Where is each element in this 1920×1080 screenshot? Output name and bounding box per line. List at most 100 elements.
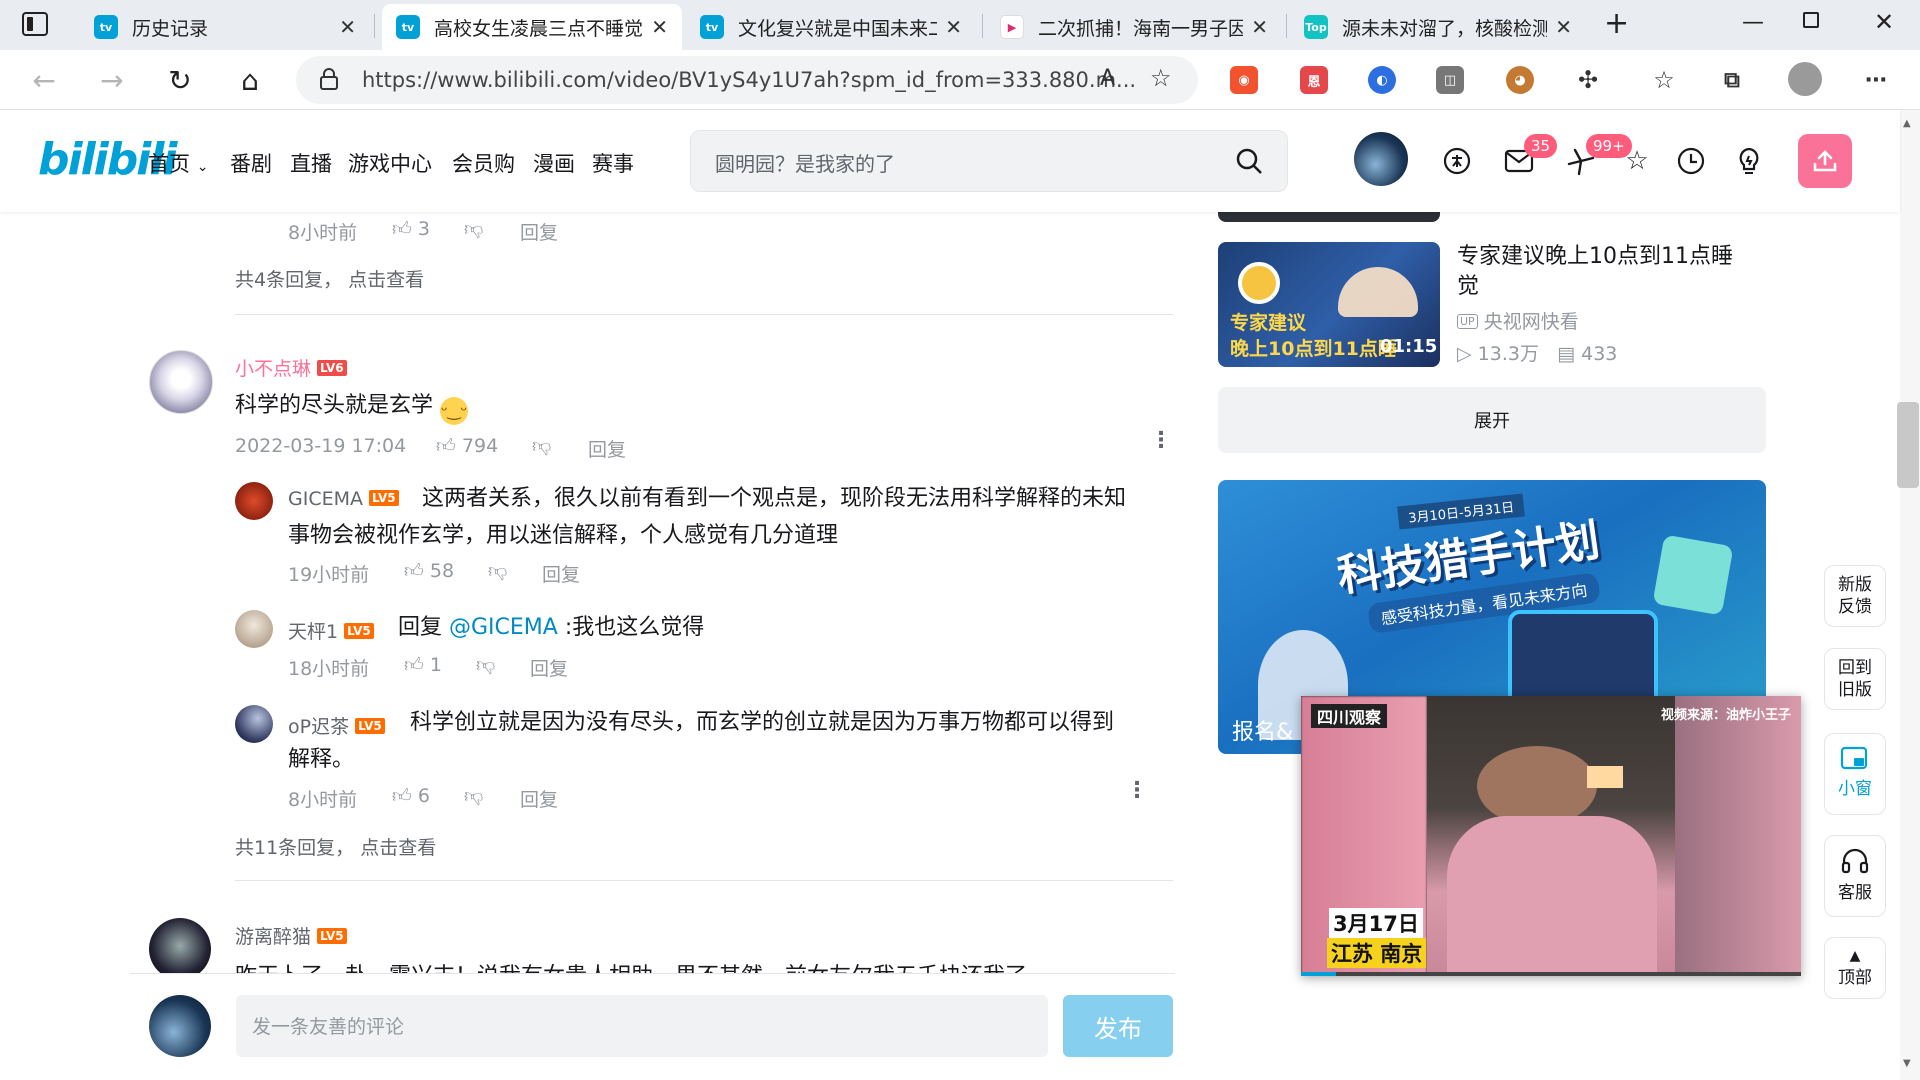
search-input[interactable]: 圆明园？是我家的了 bbox=[690, 130, 1288, 192]
mini-video-player[interactable]: 四川观察 视频来源：油炸小王子 3月17日 江苏 南京 bbox=[1301, 696, 1801, 976]
back-to-top-button[interactable]: ▲ 顶部 bbox=[1824, 937, 1886, 999]
tab-current-video[interactable]: tv 高校女生凌晨三点不睡觉 ✕ bbox=[382, 4, 682, 50]
creation-bulb-icon[interactable] bbox=[1734, 146, 1764, 176]
scroll-up-arrow[interactable]: ▲ bbox=[1903, 118, 1911, 129]
more-options-icon[interactable]: ⋮ bbox=[1126, 778, 1148, 803]
favorites-star-icon[interactable]: ☆ bbox=[1622, 146, 1652, 176]
close-window-button[interactable]: ✕ bbox=[1874, 8, 1894, 36]
nav-game-center[interactable]: 游戏中心 bbox=[348, 148, 432, 178]
close-tab-icon[interactable]: ✕ bbox=[339, 15, 356, 39]
extension-blue-icon[interactable]: ◐ bbox=[1368, 66, 1396, 94]
publish-button[interactable]: 发布 bbox=[1063, 995, 1173, 1057]
search-icon[interactable] bbox=[1235, 147, 1263, 179]
user-avatar[interactable] bbox=[1354, 132, 1408, 186]
back-button[interactable]: ← bbox=[24, 60, 64, 100]
forward-button[interactable]: → bbox=[92, 60, 132, 100]
new-feedback-button[interactable]: 新版 反馈 bbox=[1824, 565, 1886, 627]
like-button[interactable]: 👍︎ 58 bbox=[404, 560, 454, 583]
dislike-button[interactable]: 👎︎ bbox=[488, 560, 507, 583]
dislike-button[interactable]: 👎︎ bbox=[476, 654, 495, 677]
extensions-icon[interactable]: ✣ bbox=[1574, 66, 1602, 94]
reply-button[interactable]: 回复 bbox=[520, 785, 558, 812]
reply-button[interactable]: 回复 bbox=[530, 654, 568, 681]
more-menu-icon[interactable]: ⋯ bbox=[1862, 66, 1890, 94]
reply-avatar[interactable] bbox=[235, 705, 273, 743]
progress-bar[interactable] bbox=[1301, 972, 1801, 976]
mention-link[interactable]: @GICEMA bbox=[449, 615, 558, 640]
home-button[interactable]: ⌂ bbox=[230, 60, 270, 100]
expand-button[interactable]: 展开 bbox=[1218, 387, 1766, 453]
like-button[interactable]: 👍︎ 3 bbox=[392, 218, 430, 241]
nav-live[interactable]: 直播 bbox=[290, 148, 332, 178]
favorites-icon[interactable]: ☆ bbox=[1650, 66, 1678, 94]
tab-history[interactable]: tv 历史记录 ✕ bbox=[80, 4, 370, 50]
extension-grey-icon[interactable]: ◫ bbox=[1436, 66, 1464, 94]
reply-count[interactable]: 共11条回复， 点击查看 bbox=[235, 833, 436, 860]
rec-video-title[interactable]: 专家建议晚上10点到11点睡觉 bbox=[1457, 242, 1757, 302]
collections-icon[interactable]: ⧉ bbox=[1718, 66, 1746, 94]
tab-culture[interactable]: tv 文化复兴就是中国未来二 ✕ bbox=[686, 4, 976, 50]
url-field[interactable]: https://www.bilibili.com/video/BV1yS4y1U… bbox=[296, 56, 1198, 104]
mini-window-button[interactable]: 小窗 bbox=[1824, 733, 1886, 815]
favorite-add-icon[interactable]: ☆ bbox=[1150, 64, 1172, 92]
comment-username[interactable]: 游离醉猫 LV5 bbox=[235, 922, 347, 949]
rec-video-thumbnail[interactable]: 专家建议 晚上10点到11点睡 01:15 bbox=[1218, 242, 1440, 367]
my-avatar[interactable] bbox=[149, 995, 211, 1057]
dislike-button[interactable]: 👎︎ bbox=[464, 785, 483, 808]
nav-mall[interactable]: 会员购 bbox=[452, 148, 515, 178]
like-button[interactable]: 👍︎ 6 bbox=[392, 785, 430, 808]
mini-window-icon bbox=[1840, 746, 1868, 770]
rec-uploader[interactable]: UP 央视网快看 bbox=[1457, 307, 1579, 334]
scrollbar-thumb[interactable] bbox=[1897, 402, 1919, 488]
reply-avatar[interactable] bbox=[235, 610, 273, 648]
reply-username[interactable]: GICEMA LV5 bbox=[288, 488, 399, 510]
reply-text: 科学创立就是因为没有尽头，而玄学的创立就是因为万事万物都可以得到 bbox=[410, 710, 1115, 735]
upload-button[interactable] bbox=[1798, 134, 1852, 188]
close-tab-icon[interactable]: ✕ bbox=[1251, 15, 1268, 39]
customer-service-button[interactable]: 客服 bbox=[1824, 835, 1886, 917]
history-clock-icon[interactable] bbox=[1676, 146, 1706, 176]
scrollbar-track[interactable] bbox=[1900, 110, 1920, 1080]
more-options-icon[interactable]: ⋮ bbox=[1150, 428, 1172, 453]
tab-actions-icon[interactable] bbox=[22, 12, 48, 36]
reply-button[interactable]: 回复 bbox=[588, 435, 626, 462]
nav-esports[interactable]: 赛事 bbox=[592, 148, 634, 178]
scroll-down-arrow[interactable]: ▼ bbox=[1903, 1058, 1911, 1069]
reply-username[interactable]: 天枰1 LV5 bbox=[288, 617, 374, 644]
vip-icon[interactable] bbox=[1442, 146, 1472, 176]
restore-button[interactable] bbox=[1803, 12, 1819, 28]
tab-top[interactable]: Top 源未未对溜了，核酸检测 ✕ bbox=[1290, 4, 1586, 50]
nav-anime[interactable]: 番剧 bbox=[230, 148, 272, 178]
extension-red-icon[interactable]: ◉ bbox=[1230, 66, 1258, 94]
refresh-button[interactable]: ↻ bbox=[160, 60, 200, 100]
prev-rec-thumbnail[interactable] bbox=[1218, 212, 1440, 222]
like-button[interactable]: 👍︎ 1 bbox=[404, 654, 442, 677]
tab-news[interactable]: ▶ 二次抓捕！海南一男子因 ✕ bbox=[986, 4, 1282, 50]
close-tab-icon[interactable]: ✕ bbox=[651, 15, 668, 39]
read-aloud-icon[interactable]: A bbox=[1100, 66, 1115, 91]
comment-input[interactable]: 发一条友善的评论 bbox=[236, 995, 1048, 1057]
nav-manga[interactable]: 漫画 bbox=[533, 148, 575, 178]
reply-avatar[interactable] bbox=[235, 482, 273, 520]
extension-en-icon[interactable]: 恩 bbox=[1300, 66, 1328, 94]
close-tab-icon[interactable]: ✕ bbox=[1555, 15, 1572, 39]
comment-username[interactable]: 小不点琳 LV6 bbox=[235, 354, 347, 381]
like-button[interactable]: 👍︎ 794 bbox=[436, 435, 498, 458]
new-tab-button[interactable]: + bbox=[1604, 6, 1629, 41]
profile-avatar-icon[interactable] bbox=[1788, 62, 1822, 96]
nav-home[interactable]: 首页 ⌄ bbox=[148, 148, 208, 178]
prev-reply-count[interactable]: 共4条回复， 点击查看 bbox=[235, 265, 424, 292]
minimize-button[interactable]: — bbox=[1742, 10, 1764, 35]
dislike-button[interactable]: 👎︎ bbox=[532, 435, 551, 458]
play-count-icon: ▷ bbox=[1457, 343, 1472, 365]
close-tab-icon[interactable]: ✕ bbox=[945, 15, 962, 39]
top-icon: Top bbox=[1304, 15, 1328, 39]
dislike-button[interactable]: 👎︎ bbox=[464, 218, 483, 241]
comment-avatar[interactable] bbox=[149, 918, 211, 980]
old-version-button[interactable]: 回到 旧版 bbox=[1824, 648, 1886, 710]
reply-username[interactable]: oP迟茶 LV5 bbox=[288, 712, 385, 739]
reply-button[interactable]: 回复 bbox=[542, 560, 580, 587]
reply-button[interactable]: 回复 bbox=[520, 218, 558, 245]
comment-avatar[interactable] bbox=[149, 350, 213, 414]
extension-monkey-icon[interactable]: ◕ bbox=[1506, 66, 1534, 94]
